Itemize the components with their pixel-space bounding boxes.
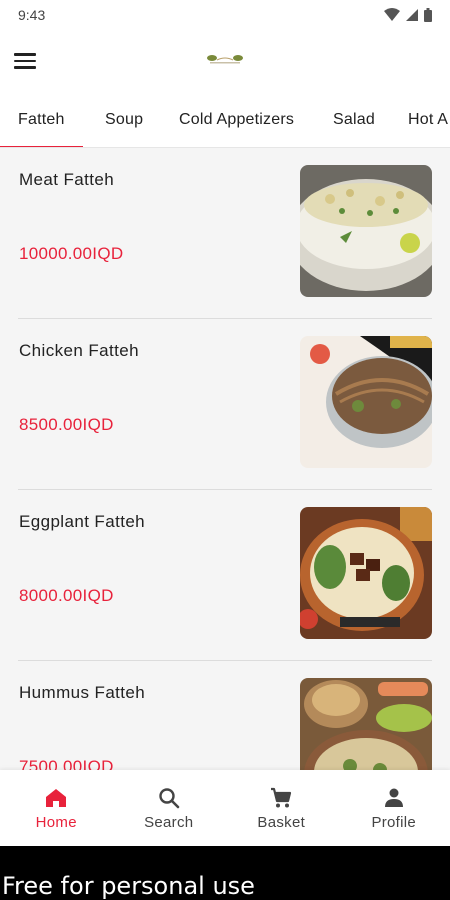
product-name: Meat Fatteh — [19, 170, 115, 189]
wifi-icon — [384, 8, 400, 21]
product-image — [300, 336, 432, 468]
app-bar — [0, 30, 450, 92]
product-item[interactable]: Eggplant Fatteh 8000.00IQD — [18, 490, 432, 661]
category-tabs: Fatteh Soup Cold Appetizers Salad Hot A — [0, 92, 450, 148]
product-name: Chicken Fatteh — [19, 341, 139, 360]
product-item[interactable]: Chicken Fatteh 8500.00IQD — [18, 319, 432, 490]
restaurant-logo — [207, 55, 243, 64]
nav-profile-label: Profile — [371, 814, 417, 831]
product-price: 10000.00IQD — [19, 244, 124, 263]
profile-icon — [384, 788, 403, 807]
tab-fatteh[interactable]: Fatteh — [0, 92, 82, 147]
search-icon — [159, 788, 180, 809]
menu-icon[interactable] — [14, 48, 42, 74]
nav-basket[interactable]: Basket — [225, 770, 338, 846]
product-list: Meat Fatteh 10000.00IQD Chicken Fatteh 8 — [0, 148, 450, 770]
bottom-navigation: Home Search Basket Profile — [0, 770, 450, 846]
nav-home-label: Home — [35, 814, 77, 831]
product-image — [300, 507, 432, 639]
product-item[interactable]: Hummus Fatteh 7500.00IQD — [18, 661, 432, 770]
product-price: 7500.00IQD — [19, 757, 114, 770]
footer-bar: Free for personal use — [0, 846, 450, 900]
tab-cold-appetizers[interactable]: Cold Appetizers — [179, 92, 294, 147]
home-icon — [46, 789, 67, 807]
product-image — [300, 678, 432, 770]
nav-profile[interactable]: Profile — [338, 770, 450, 846]
product-price: 8500.00IQD — [19, 415, 114, 434]
tab-soup[interactable]: Soup — [105, 92, 143, 147]
status-bar: 9:43 — [0, 0, 450, 30]
tab-salad[interactable]: Salad — [333, 92, 375, 147]
product-name: Eggplant Fatteh — [19, 512, 146, 531]
product-image — [300, 165, 432, 297]
product-price: 8000.00IQD — [19, 586, 114, 605]
nav-search-label: Search — [144, 814, 194, 831]
status-time: 9:43 — [18, 7, 46, 23]
nav-home[interactable]: Home — [0, 770, 113, 846]
signal-icon — [406, 9, 418, 21]
nav-search[interactable]: Search — [113, 770, 226, 846]
battery-icon — [424, 8, 432, 22]
nav-basket-label: Basket — [257, 814, 306, 831]
product-item[interactable]: Meat Fatteh 10000.00IQD — [18, 148, 432, 319]
footer-text: Free for personal use — [2, 872, 255, 900]
product-name: Hummus Fatteh — [19, 683, 146, 702]
cart-icon — [271, 787, 292, 808]
tab-hot-appetizers[interactable]: Hot A — [408, 92, 448, 147]
status-icons — [384, 8, 432, 22]
